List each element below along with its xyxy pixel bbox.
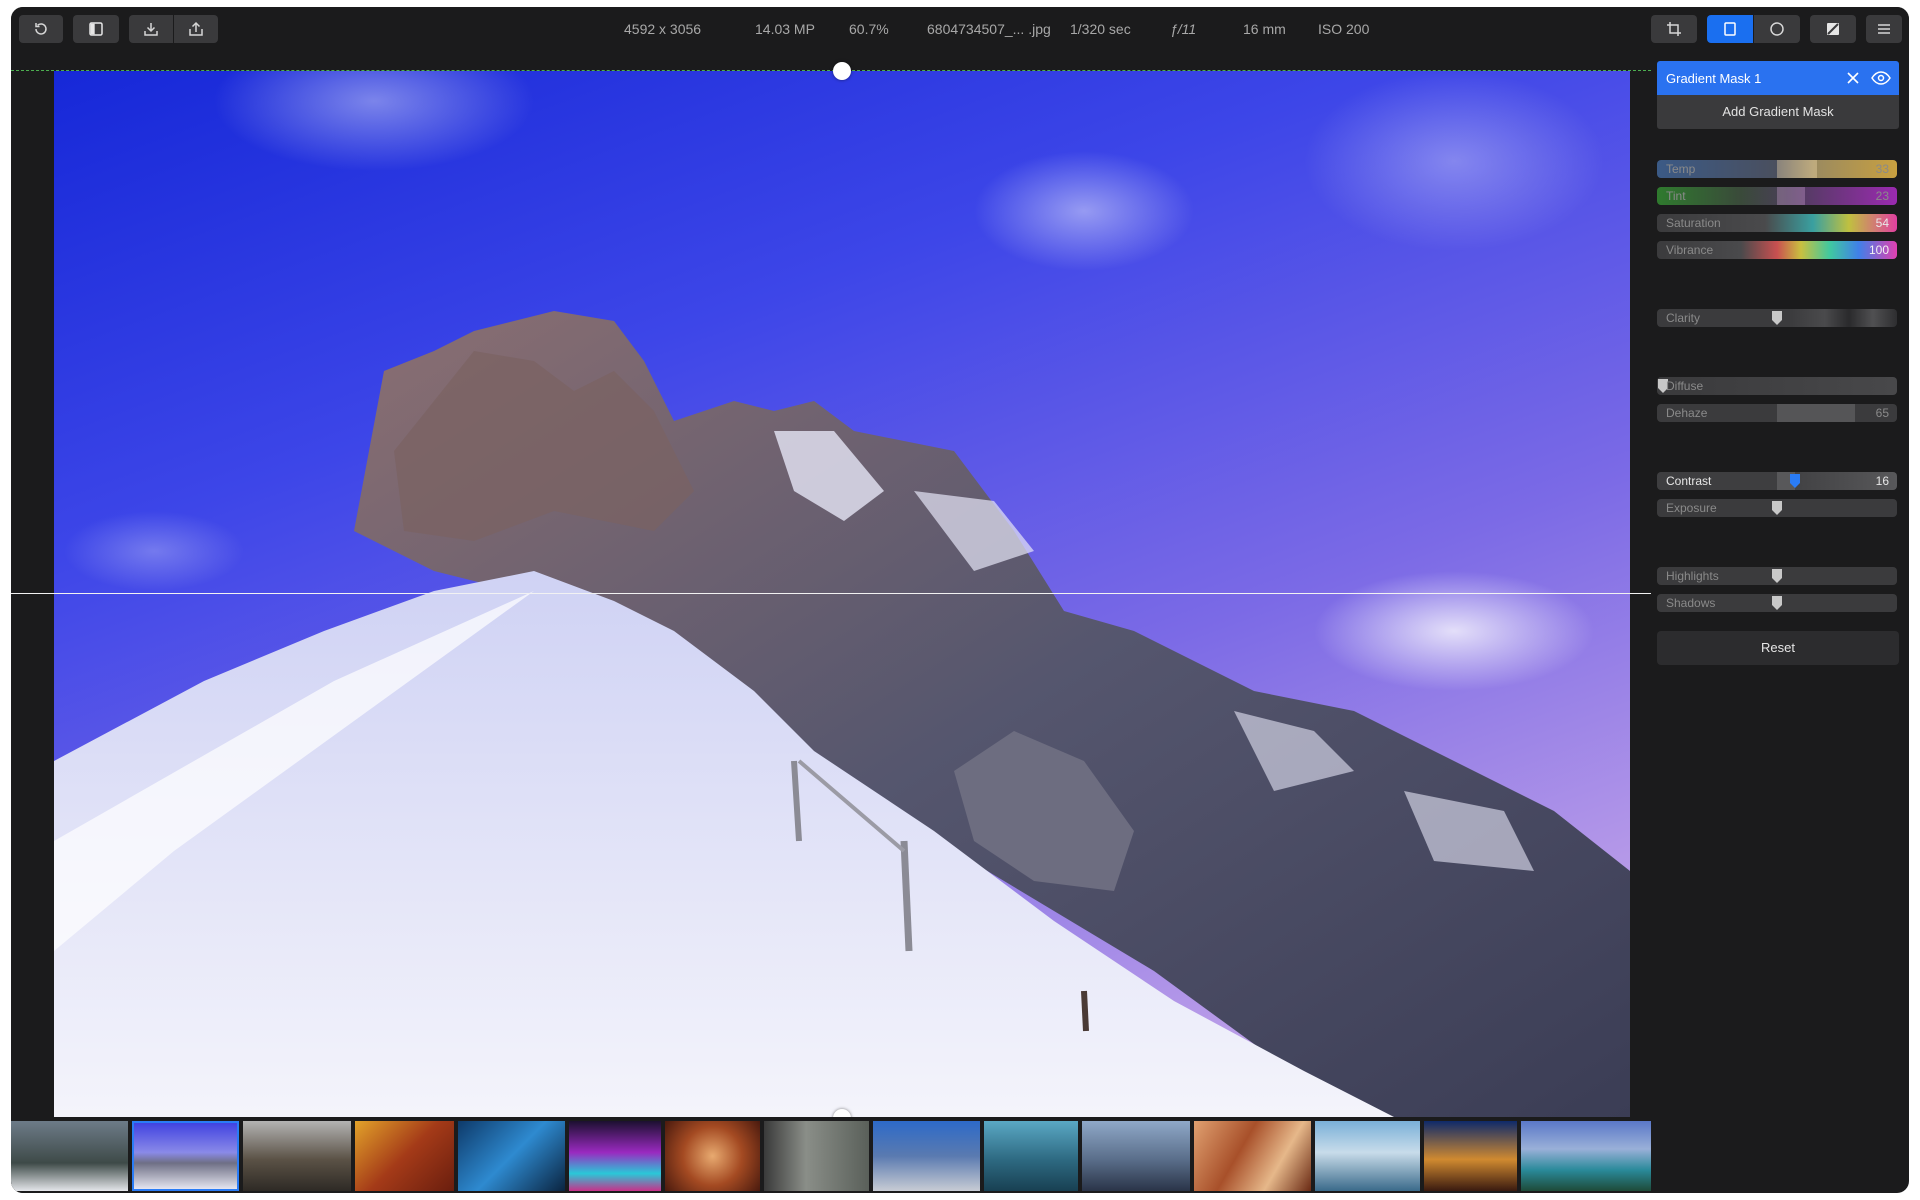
exposure-label: Exposure <box>1666 501 1717 515</box>
undo-icon <box>35 23 47 35</box>
contrast-knob[interactable] <box>1790 474 1800 488</box>
import-button[interactable] <box>129 15 173 43</box>
contrast-value: 16 <box>1875 474 1889 488</box>
vibrance-slider[interactable]: Vibrance 100 <box>1657 241 1897 259</box>
contrast-label: Contrast <box>1666 474 1712 488</box>
clarity-knob[interactable] <box>1772 311 1782 325</box>
top-toolbar: 4592 x 3056 14.03 MP 60.7% 6804734507_..… <box>11 7 1909 57</box>
toggle-mask-visibility-button[interactable] <box>1867 61 1895 95</box>
shadows-label: Shadows <box>1666 596 1716 610</box>
thumbnail-1[interactable] <box>11 1121 128 1191</box>
iso: ISO 200 <box>1318 21 1370 37</box>
highlights-label: Highlights <box>1666 569 1719 583</box>
saturation-slider[interactable]: Saturation 54 <box>1657 214 1897 232</box>
zoom-level: 60.7% <box>849 21 889 37</box>
shutter-speed: 1/320 sec <box>1070 21 1131 37</box>
thumbnail-4[interactable] <box>355 1121 454 1191</box>
diffuse-slider[interactable]: Diffuse <box>1657 377 1897 395</box>
gradient-top-handle[interactable] <box>833 62 851 80</box>
brush-mask-button[interactable] <box>1810 15 1856 43</box>
temp-label: Temp <box>1666 162 1696 176</box>
export-button[interactable] <box>174 15 218 43</box>
adjustments-panel: Gradient Mask 1 Add Gradient Mask Temp 3… <box>1657 57 1909 1193</box>
shadows-knob[interactable] <box>1772 596 1782 610</box>
contrast-slider[interactable]: Contrast 16 <box>1657 472 1897 490</box>
app-window: 4592 x 3056 14.03 MP 60.7% 6804734507_..… <box>11 7 1909 1193</box>
focal-length: 16 mm <box>1243 21 1286 37</box>
aperture: ƒ/11 <box>1170 21 1197 37</box>
mask-title: Gradient Mask 1 <box>1666 70 1762 86</box>
crop-icon <box>1667 22 1681 36</box>
image-filename: 6804734507_... .jpg <box>927 21 1051 37</box>
image-dimensions: 4592 x 3056 <box>624 21 702 37</box>
thumbnail-2[interactable] <box>132 1121 239 1191</box>
clarity-slider[interactable]: Clarity <box>1657 309 1897 327</box>
menu-button[interactable] <box>1866 15 1902 43</box>
thumbnail-8[interactable] <box>764 1121 869 1191</box>
clarity-label: Clarity <box>1666 311 1701 325</box>
exposure-slider[interactable]: Exposure <box>1657 499 1897 517</box>
thumbnail-15[interactable] <box>1521 1121 1651 1191</box>
export-icon <box>189 21 203 36</box>
thumbnail-3[interactable] <box>243 1121 351 1191</box>
linear-gradient-icon <box>1724 22 1736 36</box>
close-icon <box>1847 72 1859 84</box>
thumbnail-6[interactable] <box>569 1121 661 1191</box>
mask-header[interactable]: Gradient Mask 1 <box>1657 61 1899 95</box>
eye-icon <box>1871 71 1891 85</box>
thumbnail-10[interactable] <box>984 1121 1078 1191</box>
mountain-image <box>54 71 1630 1117</box>
filmstrip <box>11 1117 1651 1193</box>
dehaze-slider[interactable]: Dehaze 65 <box>1657 404 1897 422</box>
shadows-slider[interactable]: Shadows <box>1657 594 1897 612</box>
brush-mask-icon <box>1827 23 1839 35</box>
gradient-center-line[interactable] <box>11 593 1651 594</box>
image-megapixels: 14.03 MP <box>755 21 815 37</box>
exposure-knob[interactable] <box>1772 501 1782 515</box>
thumbnail-9[interactable] <box>873 1121 980 1191</box>
highlights-knob[interactable] <box>1772 569 1782 583</box>
menu-icon <box>1878 24 1890 34</box>
vibrance-value: 100 <box>1868 243 1889 257</box>
radial-mask-icon <box>1770 22 1784 36</box>
photo-preview <box>54 71 1630 1117</box>
thumbnail-11[interactable] <box>1082 1121 1190 1191</box>
sidebar-toggle-button[interactable] <box>73 15 119 43</box>
gradient-start-line <box>11 70 1651 71</box>
dehaze-value: 65 <box>1875 406 1889 420</box>
thumbnail-12[interactable] <box>1194 1121 1311 1191</box>
saturation-label: Saturation <box>1666 216 1721 230</box>
tint-value: 23 <box>1875 189 1889 203</box>
vibrance-label: Vibrance <box>1666 243 1714 257</box>
thumbnail-7[interactable] <box>665 1121 760 1191</box>
image-canvas[interactable] <box>11 57 1651 1127</box>
temp-slider[interactable]: Temp 33 <box>1657 160 1897 178</box>
radial-mask-button[interactable] <box>1754 15 1800 43</box>
thumbnail-14[interactable] <box>1424 1121 1517 1191</box>
saturation-value: 54 <box>1875 216 1889 230</box>
undo-button[interactable] <box>19 15 63 43</box>
linear-gradient-button[interactable] <box>1707 15 1753 43</box>
highlights-slider[interactable]: Highlights <box>1657 567 1897 585</box>
reset-button[interactable]: Reset <box>1657 631 1899 665</box>
import-icon <box>144 23 158 36</box>
thumbnail-13[interactable] <box>1315 1121 1420 1191</box>
sidebar-toggle-icon <box>89 22 103 36</box>
tint-label: Tint <box>1666 189 1686 203</box>
diffuse-label: Diffuse <box>1666 379 1704 393</box>
temp-value: 33 <box>1875 162 1889 176</box>
add-gradient-mask-button[interactable]: Add Gradient Mask <box>1657 95 1899 129</box>
close-mask-button[interactable] <box>1839 61 1867 95</box>
crop-button[interactable] <box>1651 15 1697 43</box>
tint-slider[interactable]: Tint 23 <box>1657 187 1897 205</box>
thumbnail-5[interactable] <box>458 1121 565 1191</box>
dehaze-label: Dehaze <box>1666 406 1708 420</box>
